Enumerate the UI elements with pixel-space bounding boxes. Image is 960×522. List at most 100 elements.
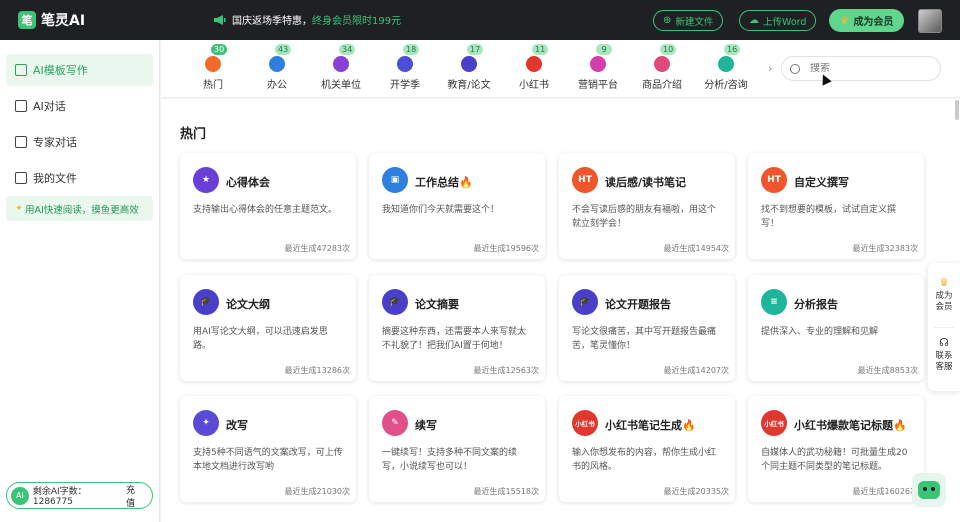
graduation-cap-icon: 🎓 xyxy=(382,289,408,315)
upload-word-label: 上传Word xyxy=(763,16,807,28)
card-title: 读后感/读书笔记 xyxy=(605,174,686,190)
category-icon xyxy=(269,56,285,72)
category-tab[interactable]: 11 小红书 xyxy=(504,40,564,98)
ai-quota-text: 剩余AI字数：1286775 xyxy=(32,487,87,507)
category-tab[interactable]: 9 营销平台 xyxy=(568,40,628,98)
crown-icon: ♛ xyxy=(839,14,850,27)
card-usage-count: 最近生成12563次 xyxy=(473,366,539,375)
robot-assistant-icon[interactable] xyxy=(912,473,946,507)
template-card[interactable]: ≡ 分析报告 提供深入、专业的理解和见解 最近生成8853次 xyxy=(748,275,924,381)
category-count-badge: 9 xyxy=(596,44,612,55)
card-title: 心得体会 xyxy=(226,174,270,190)
template-card[interactable]: HT 读后感/读书笔记 不会写读后感的朋友有福啦，用这个就立刻学会！ 最近生成1495… xyxy=(559,153,735,259)
card-usage-count: 最近生成8853次 xyxy=(857,366,918,375)
category-icon xyxy=(333,56,349,72)
template-card[interactable]: 🎓 论文大纲 用AI写论文大纲，可以迅速启发思路。 最近生成13286次 xyxy=(180,275,356,381)
become-vip-button[interactable]: ♛ 成为会员 xyxy=(829,9,904,32)
card-title-text: 论文开题报告 xyxy=(605,298,671,311)
category-icon xyxy=(590,56,606,72)
category-count-badge: 34 xyxy=(339,44,356,55)
hot-ht-icon: HT xyxy=(761,167,787,193)
chat-icon xyxy=(15,100,27,112)
category-label: 热门 xyxy=(203,80,223,91)
cloud-upload-icon: ☁ xyxy=(749,15,759,26)
card-usage-count: 最近生成19596次 xyxy=(473,244,539,253)
card-description: 我知道你们今天就需要这个！ xyxy=(382,205,500,215)
category-tab[interactable]: 34 机关单位 xyxy=(311,40,371,98)
scrollbar[interactable] xyxy=(955,100,959,120)
xiaohongshu-icon: 小红书 xyxy=(761,410,787,436)
sidebar-item-expert-chat[interactable]: 专家对话 xyxy=(6,126,153,158)
logo-icon: 笔 xyxy=(18,11,36,29)
sidebar-item-ai-chat[interactable]: AI对话 xyxy=(6,90,153,122)
template-card[interactable]: 🎓 论文开题报告 写论文很痛苦，其中写开题报告最痛苦，笔灵懂你！ 最近生成14207次 xyxy=(559,275,735,381)
template-card[interactable]: 小红书 小红书笔记生成🔥 输入你想发布的内容，帮你生成小红书的风格。 最近生成2033… xyxy=(559,396,735,502)
card-description: 自媒体人的武功秘籍！可批量生成20个同主题不同类型的笔记标题。 xyxy=(761,448,908,472)
category-tab[interactable]: 16 分析/咨询 xyxy=(696,40,756,98)
new-file-button[interactable]: ⊕ 新建文件 xyxy=(653,10,724,31)
fire-icon: 🔥 xyxy=(682,419,696,432)
category-count-badge: 10 xyxy=(660,44,677,55)
card-title: 改写 xyxy=(226,417,248,433)
main-content: 热门 ★ 心得体会 支持输出心得体会的任意主题范文。 最近生成47283次 ▣ 工作总结🔥… xyxy=(161,99,960,522)
category-tab[interactable]: 30 热门 xyxy=(183,40,243,98)
sidebar-item-template-writing[interactable]: AI模板写作 xyxy=(6,54,153,86)
card-title-text: 工作总结 xyxy=(415,176,459,189)
template-card[interactable]: ✎ 续写 一键续写！支持多种不同文案的续写，小说续写也可以！ 最近生成15518次 xyxy=(369,396,545,502)
upload-word-button[interactable]: ☁ 上传Word xyxy=(739,10,817,31)
promo-price: 终身会员限时199元 xyxy=(312,16,402,27)
template-card[interactable]: ✦ 改写 支持5种不同语气的文案改写，可上传本地文档进行改写哟 最近生成21030次 xyxy=(180,396,356,502)
avatar[interactable] xyxy=(918,9,942,33)
ai-reading-promo-text: 用AI快速阅读，摸鱼更高效 xyxy=(24,204,139,216)
card-usage-count: 最近生成47283次 xyxy=(284,244,350,253)
sparkle-icon: ✦ xyxy=(15,203,23,214)
ai-reading-promo[interactable]: ✦ 用AI快速阅读，摸鱼更高效 xyxy=(6,196,153,221)
template-card[interactable]: 🎓 论文摘要摘要这种东西，还需要本人来写就太不礼貌了！把我们AI置于何地！ 最近生成… xyxy=(369,275,545,381)
search-icon xyxy=(790,63,800,74)
category-count-badge: 18 xyxy=(403,44,420,55)
logo[interactable]: 笔 笔灵AI xyxy=(18,10,85,30)
card-title-text: 论文摘要 xyxy=(415,298,459,311)
category-count-badge: 17 xyxy=(467,44,484,55)
card-description: 摘要这种东西，还需要本人来写就太不礼貌了！把我们AI置于何地！ xyxy=(382,327,527,351)
chevron-right-icon[interactable]: › xyxy=(768,62,772,75)
card-title: 自定义撰写 xyxy=(794,174,849,190)
category-icon xyxy=(654,56,670,72)
sidebar-item-my-files[interactable]: 我的文件 xyxy=(6,162,153,194)
card-description: 找不到想要的模板，试试自定义撰写！ xyxy=(761,205,897,229)
template-card[interactable]: ▣ 工作总结🔥 我知道你们今天就需要这个！ 最近生成19596次 xyxy=(369,153,545,259)
card-usage-count: 最近生成21030次 xyxy=(284,487,350,496)
card-title: 小红书笔记生成🔥 xyxy=(605,417,696,433)
magic-wand-icon: ✦ xyxy=(193,410,219,436)
category-label: 营销平台 xyxy=(578,80,618,91)
category-tab[interactable]: 43 办公 xyxy=(247,40,307,98)
float-service-button[interactable]: ☊ 联系 客服 xyxy=(928,337,960,373)
logo-text: 笔灵AI xyxy=(41,13,86,29)
card-title-text: 改写 xyxy=(226,419,248,432)
file-icon xyxy=(15,172,27,184)
card-title: 论文开题报告 xyxy=(605,296,671,312)
float-vip-button[interactable]: ♛ 成为 会员 xyxy=(928,277,960,313)
search-box[interactable] xyxy=(781,56,941,81)
promo-banner[interactable]: 国庆返场季特惠， 终身会员限时199元 xyxy=(213,12,401,27)
float-service-label: 联系 客服 xyxy=(935,351,953,372)
category-tab[interactable]: 10 商品介绍 xyxy=(632,40,692,98)
category-tab[interactable]: 17 教育/论文 xyxy=(439,40,499,98)
recharge-button[interactable]: 充值 xyxy=(126,483,144,509)
category-tab[interactable]: 18 开学季 xyxy=(375,40,435,98)
template-card[interactable]: HT 自定义撰写找不到想要的模板，试试自定义撰写！ 最近生成32383次 xyxy=(748,153,924,259)
template-card[interactable]: 小红书 小红书爆款笔记标题🔥 自媒体人的武功秘籍！可批量生成20个同主题不同类型的笔… xyxy=(748,396,924,502)
card-description: 不会写读后感的朋友有福啦，用这个就立刻学会！ xyxy=(572,205,717,229)
fire-icon: 🔥 xyxy=(459,176,473,189)
card-usage-count: 最近生成32383次 xyxy=(852,244,918,253)
card-description: 提供深入、专业的理解和见解 xyxy=(761,327,879,337)
template-card[interactable]: ★ 心得体会 支持输出心得体会的任意主题范文。 最近生成47283次 xyxy=(180,153,356,259)
category-label: 开学季 xyxy=(390,80,420,91)
template-icon xyxy=(15,64,27,76)
become-vip-label: 成为会员 xyxy=(853,17,894,28)
document-icon: ≡ xyxy=(761,289,787,315)
ai-quota-bar: AI 剩余AI字数：1286775 充值 xyxy=(6,482,153,509)
card-usage-count: 最近生成20335次 xyxy=(663,487,729,496)
crown-icon: ♛ xyxy=(939,276,949,289)
card-description: 一键续写！支持多种不同文案的续写，小说续写也可以！ xyxy=(382,448,518,472)
